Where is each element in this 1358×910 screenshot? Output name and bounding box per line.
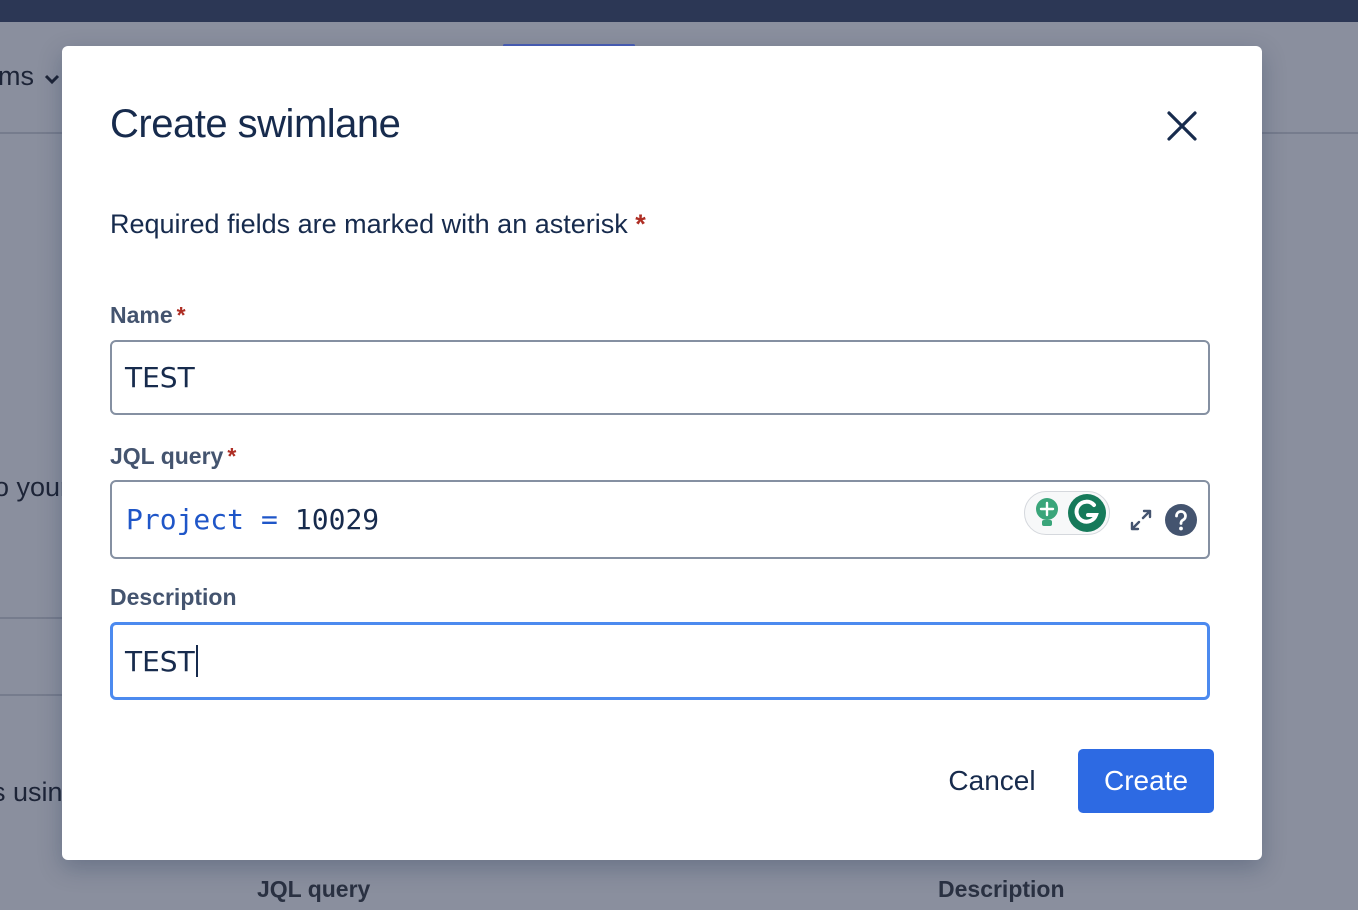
jql-query-text: Project = 10029 (126, 482, 379, 557)
create-button[interactable]: Create (1078, 749, 1214, 813)
background-text: o your (0, 472, 70, 502)
divider (0, 617, 62, 619)
nav-dropdown-label: ms (0, 61, 34, 91)
required-asterisk: * (176, 302, 186, 328)
column-header-description: Description (938, 876, 1065, 902)
description-label: Description (110, 584, 237, 611)
divider (0, 694, 62, 696)
expand-icon[interactable] (1128, 507, 1154, 533)
help-icon[interactable] (1164, 503, 1198, 537)
name-label: Name * (110, 302, 186, 329)
lightbulb-icon[interactable] (1033, 496, 1061, 530)
description-input-value: TEST (125, 644, 195, 678)
grammarly-widget[interactable] (1024, 491, 1110, 535)
description-input-value-wrap: TEST (125, 625, 198, 697)
jql-query-label: JQL query * (110, 443, 236, 470)
close-icon (1167, 111, 1197, 141)
create-swimlane-dialog: Create swimlane Required fields are mark… (62, 46, 1262, 860)
required-asterisk: * (635, 209, 646, 239)
jql-query-input[interactable]: Project = 10029 (110, 480, 1210, 559)
grammarly-icon[interactable] (1067, 493, 1107, 533)
jql-label-text: JQL query (110, 443, 224, 469)
required-fields-note: Required fields are marked with an aster… (110, 209, 646, 240)
chevron-down-icon (44, 74, 59, 85)
description-label-text: Description (110, 584, 237, 610)
name-input[interactable]: TEST (110, 340, 1210, 415)
cancel-button[interactable]: Cancel (930, 749, 1054, 813)
close-button[interactable] (1160, 104, 1204, 148)
nav-dropdown[interactable]: ms (0, 61, 60, 92)
required-asterisk: * (227, 443, 237, 469)
jql-operator-token: = (261, 503, 278, 536)
name-label-text: Name (110, 302, 173, 328)
background-text: s usin (0, 777, 63, 807)
column-header-jql: JQL query (257, 876, 371, 902)
jql-field-token: Project (126, 503, 245, 536)
dialog-title: Create swimlane (110, 102, 401, 146)
description-input[interactable]: TEST (110, 622, 1210, 700)
text-caret (195, 645, 198, 677)
jql-value-token: 10029 (294, 503, 380, 536)
required-note-text: Required fields are marked with an aster… (110, 209, 628, 239)
top-nav-bar (0, 0, 1358, 22)
name-input-value: TEST (125, 361, 195, 394)
